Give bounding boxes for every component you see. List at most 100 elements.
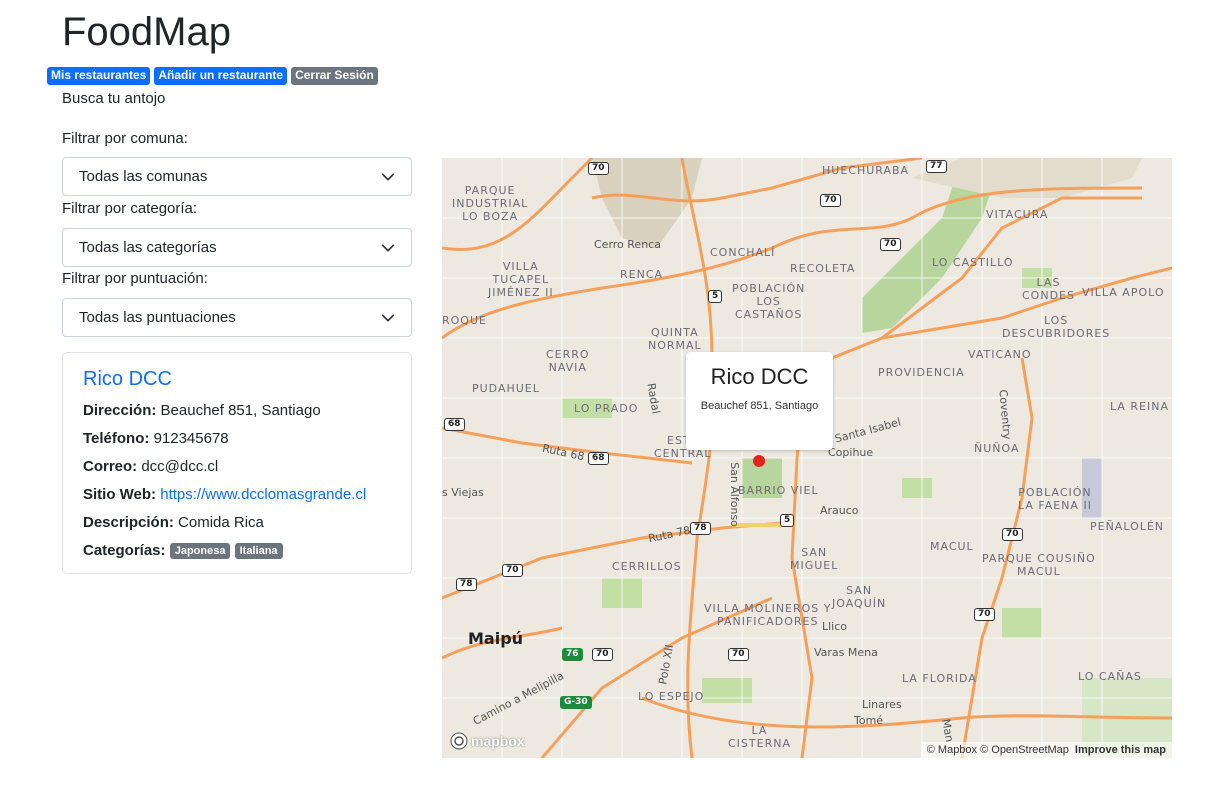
map-label: ÑUÑOA: [974, 442, 1020, 455]
route-shield: 78: [690, 522, 711, 535]
map-label: LOS DESCUBRIDORES: [1002, 314, 1111, 340]
map-pin-icon[interactable]: [752, 454, 766, 468]
map-label: VATICANO: [968, 348, 1032, 361]
restaurant-name[interactable]: Rico DCC: [83, 367, 391, 391]
map-label: Linares: [862, 698, 902, 711]
route-shield: 70: [880, 238, 901, 251]
map-label: Cerro Renca: [594, 238, 661, 251]
map-label: LA CISTERNA: [728, 724, 791, 750]
popup-title: Rico DCC: [710, 364, 809, 389]
route-shield: 76: [562, 648, 583, 661]
map-label: Llico: [822, 620, 848, 633]
route-shield: 5: [708, 290, 723, 303]
map-label: POBLACIÓN LOS CASTAÑOS: [732, 282, 806, 321]
route-shield: 70: [1002, 528, 1023, 541]
map-label: HUECHURABA: [822, 164, 910, 177]
map-label: San Alfonso: [727, 462, 741, 527]
comuna-select[interactable]: Todas las comunas: [62, 157, 412, 196]
chevron-down-icon: [381, 314, 395, 321]
route-shield: 68: [444, 418, 465, 431]
route-shield: 70: [974, 608, 995, 621]
map-label: PARQUE INDUSTRIAL LO BOZA: [452, 184, 529, 223]
page-subtitle: Busca tu antojo: [62, 90, 166, 107]
map-label: LO CAÑAS: [1078, 670, 1142, 683]
map-label: CONCHALÍ: [710, 246, 776, 259]
category-badge: Japonesa: [169, 543, 231, 559]
route-shield: 77: [926, 160, 947, 173]
map-label: Maipú: [468, 629, 524, 648]
map-label: BARRIO VIEL: [738, 484, 819, 497]
map-label: LO CASTILLO: [932, 256, 1014, 269]
map-label: LA REINA: [1110, 400, 1169, 413]
map-label: PARQUE COUSIÑO MACUL: [982, 552, 1096, 578]
route-shield: 70: [588, 162, 609, 175]
app-title: FoodMap: [62, 10, 231, 54]
description-value: Comida Rica: [178, 514, 264, 531]
categoria-select-value: Todas las categorías: [79, 239, 217, 256]
restaurant-card: Rico DCC Dirección: Beauchef 851, Santia…: [62, 352, 412, 574]
map-label: VITACURA: [986, 208, 1049, 221]
comuna-select-value: Todas las comunas: [79, 168, 208, 185]
route-shield: 78: [456, 578, 477, 591]
puntuacion-filter-label: Filtrar por puntuación:: [62, 270, 208, 287]
route-shield: 70: [502, 564, 523, 577]
description-row: Descripción: Comida Rica: [83, 514, 264, 531]
categoria-select[interactable]: Todas las categorías: [62, 228, 412, 267]
map-label: CERRILLOS: [612, 560, 682, 573]
puntuacion-select[interactable]: Todas las puntuaciones: [62, 298, 412, 337]
categoria-filter-label: Filtrar por categoría:: [62, 200, 198, 217]
map-label: CERRO NAVIA: [546, 348, 590, 374]
map-popup: Rico DCC Beauchef 851, Santiago: [686, 352, 833, 450]
map-label: LAS CONDES: [1022, 276, 1075, 302]
map-label: POBLACIÓN LA FAENA II: [1018, 486, 1092, 512]
map-label: VILLA APOLO: [1082, 286, 1165, 299]
email-value: dcc@dcc.cl: [141, 458, 219, 475]
map-label: MACUL: [930, 540, 974, 553]
map-label: LO PRADO: [574, 402, 639, 415]
route-shield: 70: [820, 194, 841, 207]
add-restaurant-link[interactable]: Añadir un restaurante: [154, 67, 288, 85]
route-shield: 70: [728, 648, 749, 661]
website-row: Sitio Web: https://www.dcclomasgrande.cl: [83, 486, 367, 503]
email-row: Correo: dcc@dcc.cl: [83, 458, 219, 475]
map-label: SAN JOAQUÍN: [832, 584, 887, 610]
address-value: Beauchef 851, Santiago: [160, 402, 321, 419]
comuna-filter-label: Filtrar por comuna:: [62, 130, 188, 147]
nav-bar: Mis restaurantes Añadir un restaurante C…: [47, 67, 378, 85]
map-label: ROQUE: [442, 314, 487, 327]
map-view[interactable]: HUECHURABA VITACURA PARQUE INDUSTRIAL LO…: [442, 158, 1172, 758]
category-badge: Italiana: [234, 543, 283, 559]
map-label: RECOLETA: [790, 262, 856, 275]
mapbox-icon: [450, 732, 468, 750]
address-row: Dirección: Beauchef 851, Santiago: [83, 402, 321, 419]
chevron-down-icon: [381, 173, 395, 180]
map-label: Varas Mena: [814, 646, 878, 659]
map-label: LA FLORIDA: [902, 672, 977, 685]
phone-row: Teléfono: 912345678: [83, 430, 229, 447]
mapbox-logo[interactable]: mapbox: [450, 732, 525, 750]
categories-row: Categorías: Japonesa Italiana: [83, 537, 391, 565]
attribution-text[interactable]: © Mapbox © OpenStreetMap: [927, 744, 1069, 756]
map-label: PEÑALOLÉN: [1090, 520, 1165, 533]
website-link[interactable]: https://www.dcclomasgrande.cl: [160, 486, 366, 503]
logout-link[interactable]: Cerrar Sesión: [291, 67, 378, 85]
chevron-down-icon: [381, 244, 395, 251]
map-label: Arauco: [820, 504, 859, 517]
improve-map-link[interactable]: Improve this map: [1075, 744, 1166, 756]
map-base-layer: [442, 158, 1172, 758]
map-label: VILLA MOLINEROS Y PANIFICADORES: [704, 602, 832, 628]
route-shield: G-30: [560, 696, 592, 709]
my-restaurants-link[interactable]: Mis restaurantes: [47, 67, 151, 85]
map-label: s Viejas: [442, 486, 484, 499]
map-label: Copihue: [828, 446, 874, 459]
map-label: LO ESPEJO: [638, 690, 705, 703]
map-label: Tomé: [854, 714, 884, 727]
puntuacion-select-value: Todas las puntuaciones: [79, 309, 236, 326]
map-label: PROVIDENCIA: [878, 366, 965, 379]
route-shield: 5: [780, 514, 795, 527]
route-shield: 68: [588, 452, 609, 465]
route-shield: 70: [592, 648, 613, 661]
phone-value: 912345678: [153, 430, 229, 447]
popup-address: Beauchef 851, Santiago: [700, 400, 819, 412]
map-label: VILLA TUCAPEL JIMÉNEZ II: [488, 260, 554, 299]
